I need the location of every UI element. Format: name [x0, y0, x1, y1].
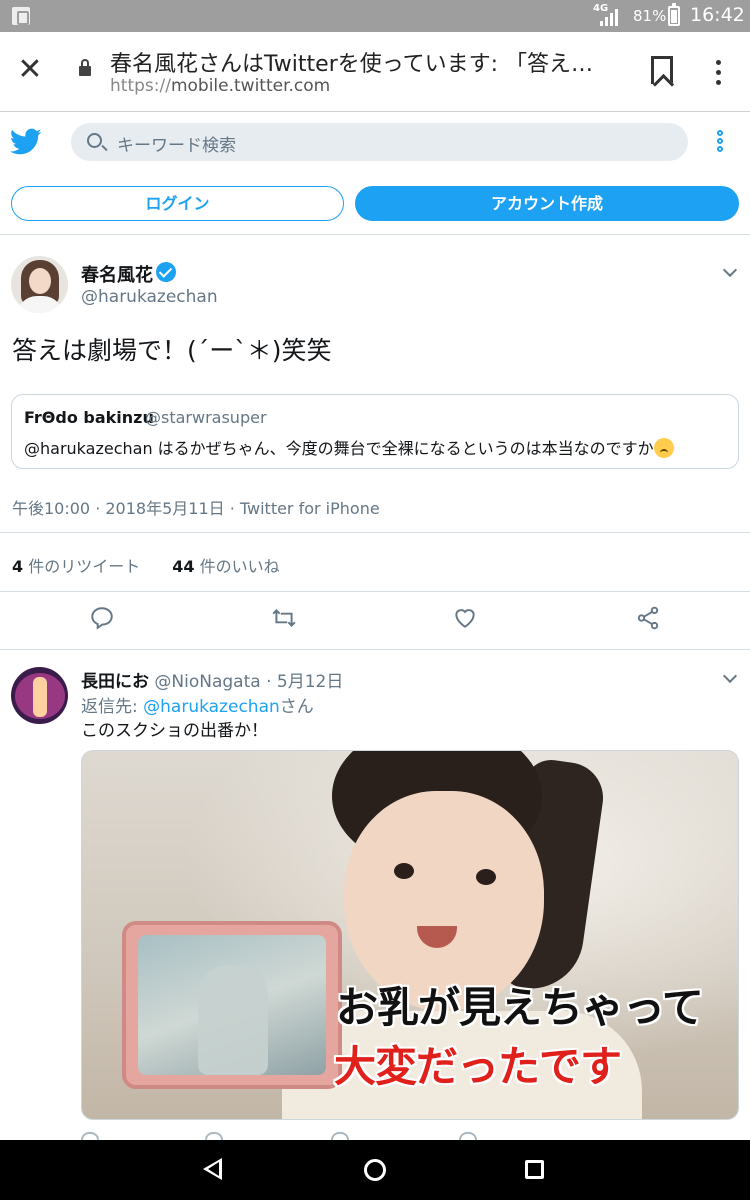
reply-date[interactable]: · 5月12日	[266, 672, 343, 692]
browser-toolbar: ✕ 春名風花さんはTwitterを使っています: 「答え… https://mo…	[0, 32, 750, 112]
close-icon[interactable]: ✕	[14, 54, 46, 86]
reply-media-image[interactable]: お乳が見えちゃって 大変だったです	[81, 750, 739, 1120]
navigation-bar	[0, 1140, 750, 1200]
reply-avatar[interactable]	[11, 667, 68, 724]
divider	[0, 234, 750, 235]
page-url[interactable]: https://mobile.twitter.com	[110, 76, 330, 96]
next-actions-peek	[81, 1132, 581, 1140]
quoted-tweet[interactable]: FrΘdo bakinzu @starwrasuper @harukazecha…	[11, 394, 739, 469]
avatar[interactable]	[11, 256, 68, 313]
search-placeholder: キーワード検索	[117, 136, 236, 156]
quoted-author-name: FrΘdo bakinzu	[24, 408, 154, 427]
clock: 16:42	[690, 4, 745, 26]
reply-to-link[interactable]: @harukazechan	[143, 697, 280, 717]
reply-author-handle[interactable]: @NioNagata	[154, 672, 260, 692]
tv-inset	[122, 921, 342, 1089]
twitter-bird-icon[interactable]	[10, 128, 42, 156]
share-icon[interactable]	[635, 605, 661, 631]
reply-author-name[interactable]: 長田にお	[81, 672, 149, 692]
tweet-actions	[0, 605, 750, 637]
url-scheme: https://	[110, 76, 171, 96]
url-host: mobile.twitter.com	[170, 76, 331, 96]
tweet-stats: 4 件のリツイート 44 件のいいね	[12, 553, 280, 577]
like-icon[interactable]	[452, 605, 478, 631]
home-icon[interactable]	[364, 1159, 386, 1181]
bookmark-icon[interactable]	[651, 56, 673, 84]
login-button[interactable]: ログイン	[11, 186, 344, 221]
tweet-text: 答えは劇場で！(´ー`＊)笑笑	[12, 336, 332, 365]
verified-badge-icon	[156, 262, 176, 282]
divider	[0, 532, 750, 533]
chevron-down-icon[interactable]	[722, 262, 738, 278]
overflow-menu-icon[interactable]	[716, 60, 722, 90]
media-caption-line2: 大変だったです	[334, 1042, 622, 1091]
divider	[0, 591, 750, 592]
signup-button[interactable]: アカウント作成	[355, 186, 739, 221]
likes-stat[interactable]: 44 件のいいね	[172, 557, 279, 576]
retweet-icon[interactable]	[271, 605, 297, 631]
search-icon	[87, 133, 102, 148]
divider	[0, 649, 750, 650]
back-icon[interactable]	[203, 1158, 222, 1180]
chevron-down-icon[interactable]	[722, 668, 738, 684]
notification-app-icon	[12, 7, 30, 25]
author-name[interactable]: 春名風花	[81, 261, 153, 287]
status-bar: 4G 81% 16:42	[0, 0, 750, 32]
author-handle[interactable]: @harukazechan	[81, 287, 218, 307]
reply-icon[interactable]	[89, 605, 115, 631]
quoted-tweet-text: @harukazechan はるかぜちゃん、今度の舞台で全裸になるというのは本当…	[24, 435, 674, 459]
reply-to-line: 返信先: @harukazechanさん	[81, 697, 314, 717]
reply-text: このスクショの出番か！	[81, 721, 268, 741]
retweets-stat[interactable]: 4 件のリツイート	[12, 557, 140, 576]
quoted-author-handle: @starwrasuper	[145, 408, 267, 427]
more-options-icon[interactable]	[717, 130, 725, 154]
battery-icon	[668, 3, 680, 26]
search-input[interactable]: キーワード検索	[71, 123, 688, 161]
anxious-face-emoji-icon	[653, 438, 674, 458]
recent-apps-icon[interactable]	[525, 1160, 544, 1179]
signal-icon	[600, 8, 618, 26]
page-title: 春名風花さんはTwitterを使っています: 「答え…	[110, 52, 594, 77]
tweet-timestamp[interactable]: 午後10:00 · 2018年5月11日 · Twitter for iPhon…	[12, 495, 380, 519]
reply-header: 長田にお @NioNagata · 5月12日	[81, 667, 343, 692]
media-caption-line1: お乳が見えちゃって	[336, 983, 704, 1032]
battery-percent: 81%	[633, 7, 667, 25]
lock-icon	[79, 59, 91, 76]
twitter-header: キーワード検索	[0, 112, 750, 172]
